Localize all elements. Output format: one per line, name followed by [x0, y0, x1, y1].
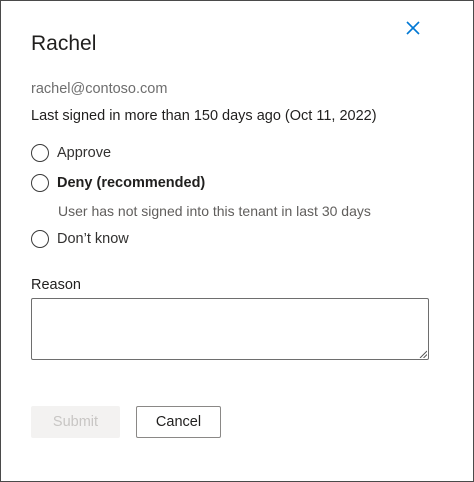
deny-description: User has not signed into this tenant in …	[58, 203, 371, 219]
resize-grip-icon[interactable]	[419, 350, 427, 358]
radio-approve[interactable]: Approve	[31, 144, 111, 162]
radio-label-approve: Approve	[57, 145, 112, 161]
radio-label-dont-know: Don’t know	[57, 231, 129, 247]
reason-textarea[interactable]	[31, 298, 429, 360]
close-button[interactable]	[401, 17, 425, 41]
submit-button[interactable]: Submit	[31, 406, 120, 438]
cancel-button[interactable]: Cancel	[136, 406, 221, 438]
last-signed-in-text: Last signed in more than 150 days ago (O…	[31, 108, 377, 124]
reason-label: Reason	[31, 277, 81, 293]
radio-dont-know[interactable]: Don’t know	[31, 230, 129, 248]
user-email: rachel@contoso.com	[31, 81, 168, 97]
close-icon	[406, 21, 420, 35]
radio-circle-deny[interactable]	[31, 174, 49, 192]
radio-deny[interactable]: Deny (recommended)	[31, 174, 205, 192]
review-dialog: Rachel rachel@contoso.com Last signed in…	[0, 0, 474, 482]
radio-circle-dont-know[interactable]	[31, 230, 49, 248]
dialog-title: Rachel	[31, 32, 97, 55]
radio-circle-approve[interactable]	[31, 144, 49, 162]
radio-label-deny: Deny (recommended)	[57, 175, 206, 191]
